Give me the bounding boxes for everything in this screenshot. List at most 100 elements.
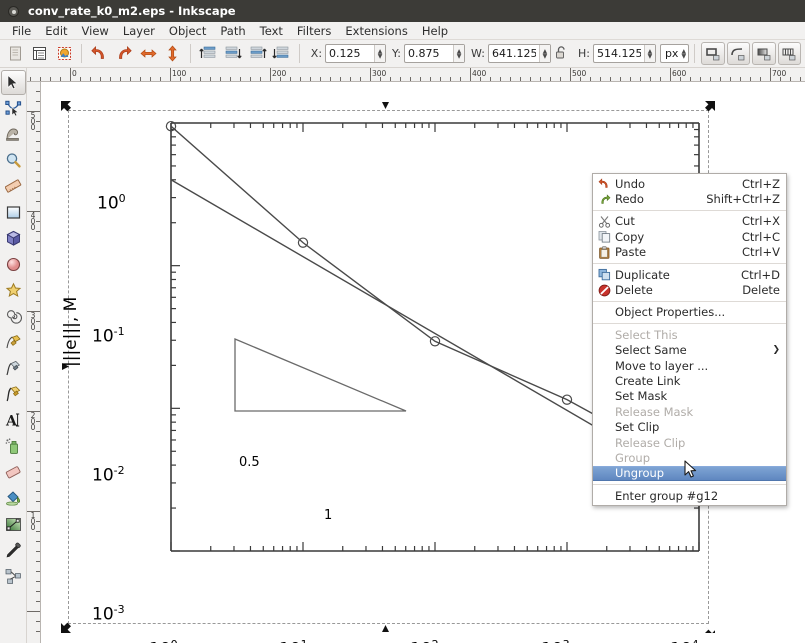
x-coordinate-field[interactable]: ▲▼: [325, 44, 386, 63]
width-stepper[interactable]: ▲▼: [539, 45, 550, 62]
measure-tool[interactable]: [1, 174, 26, 199]
ruler-tick: [610, 77, 611, 81]
connector-tool[interactable]: [1, 564, 26, 589]
flip-vertical-icon[interactable]: [162, 42, 184, 66]
menu-item-set-mask[interactable]: Set Mask: [593, 389, 786, 404]
raise-icon[interactable]: [246, 42, 268, 66]
flip-horizontal-icon[interactable]: [137, 42, 159, 66]
width-field[interactable]: ▲▼: [488, 44, 551, 63]
context-menu[interactable]: UndoCtrl+ZRedoShift+Ctrl+Z CutCtrl+XCopyC…: [592, 173, 787, 506]
menu-view[interactable]: View: [75, 23, 116, 39]
menu-help[interactable]: Help: [415, 23, 455, 39]
gradient-tool[interactable]: [1, 512, 26, 537]
pen-tool[interactable]: [1, 382, 26, 407]
menu-item-copy[interactable]: CopyCtrl+C: [593, 229, 786, 244]
horizontal-ruler[interactable]: 0100200300400500600700: [27, 68, 805, 82]
undo-icon[interactable]: [88, 42, 110, 66]
paste-icon: [597, 245, 611, 259]
node-tool[interactable]: [1, 96, 26, 121]
inkscape-window: conv_rate_k0_m2.eps - Inkscape File Edit…: [0, 0, 805, 643]
toolbar-separator: [81, 44, 82, 63]
ruler-tick: [36, 441, 40, 442]
xml-editor-icon[interactable]: [28, 42, 50, 66]
pencil-tool[interactable]: [1, 330, 26, 355]
ruler-tick: [36, 91, 40, 92]
menu-edit[interactable]: Edit: [38, 23, 74, 39]
menu-text[interactable]: Text: [253, 23, 290, 39]
selector-tool[interactable]: [1, 70, 26, 95]
ruler-tick: [530, 77, 531, 81]
spray-tool[interactable]: [1, 434, 26, 459]
duplicate-icon: [597, 268, 611, 282]
menu-path[interactable]: Path: [213, 23, 252, 39]
width-input[interactable]: [489, 45, 539, 62]
height-field[interactable]: ▲▼: [593, 44, 656, 63]
vertical-ruler[interactable]: 100200300400500: [27, 82, 41, 643]
y-coordinate-field[interactable]: ▲▼: [404, 44, 465, 63]
redo-icon: [597, 192, 611, 206]
ruler-tick: [770, 68, 771, 81]
new-document-icon[interactable]: [4, 42, 26, 66]
lower-to-bottom-icon[interactable]: [270, 42, 292, 66]
text-tool[interactable]: A: [1, 408, 26, 433]
zoom-tool[interactable]: [1, 148, 26, 173]
redo-icon[interactable]: [113, 42, 135, 66]
menu-item-duplicate[interactable]: DuplicateCtrl+D: [593, 267, 786, 282]
x-tick-label-2: 102: [410, 638, 439, 643]
document-properties-icon[interactable]: [53, 42, 75, 66]
menu-item-select-same[interactable]: Select Same❯: [593, 343, 786, 358]
y-stepper[interactable]: ▲▼: [453, 45, 464, 62]
x-input[interactable]: [326, 45, 374, 62]
menu-object[interactable]: Object: [162, 23, 213, 39]
raise-to-top-icon[interactable]: [197, 42, 219, 66]
rectangle-tool[interactable]: [1, 200, 26, 225]
paintbucket-tool[interactable]: [1, 486, 26, 511]
height-input[interactable]: [594, 45, 644, 62]
lock-open-icon[interactable]: [555, 45, 568, 63]
menu-item-label: Release Clip: [615, 436, 780, 450]
window-menu-icon[interactable]: [8, 6, 19, 17]
menu-filters[interactable]: Filters: [290, 23, 338, 39]
menu-item-set-clip[interactable]: Set Clip: [593, 419, 786, 434]
menu-item-redo[interactable]: RedoShift+Ctrl+Z: [593, 191, 786, 206]
tweak-tool[interactable]: [1, 122, 26, 147]
unit-selector[interactable]: px ▲▼: [660, 44, 689, 63]
menu-file[interactable]: File: [5, 23, 38, 39]
ruler-tick: [500, 77, 501, 81]
menu-item-undo[interactable]: UndoCtrl+Z: [593, 176, 786, 191]
menu-item-delete[interactable]: DeleteDelete: [593, 282, 786, 297]
calligraphy-tool[interactable]: [1, 356, 26, 381]
menu-item-create-link[interactable]: Create Link: [593, 373, 786, 388]
lower-icon[interactable]: [222, 42, 244, 66]
affect-rounded-corners-icon[interactable]: [727, 42, 751, 65]
ruler-tick: [750, 77, 751, 81]
affect-stroke-width-icon[interactable]: [701, 42, 725, 65]
menu-item-move-to-layer[interactable]: Move to layer ...: [593, 358, 786, 373]
star-tool[interactable]: [1, 278, 26, 303]
ruler-tick: [300, 77, 301, 81]
ruler-tick: [360, 77, 361, 81]
eraser-tool[interactable]: [1, 460, 26, 485]
spiral-tool[interactable]: [1, 304, 26, 329]
dropper-tool[interactable]: [1, 538, 26, 563]
menu-item-enter-group-g12[interactable]: Enter group #g12: [593, 488, 786, 503]
box3d-tool[interactable]: [1, 226, 26, 251]
menu-layer[interactable]: Layer: [116, 23, 162, 39]
affect-patterns-icon[interactable]: [778, 42, 802, 65]
ruler-tick: [400, 77, 401, 81]
ellipse-tool[interactable]: [1, 252, 26, 277]
x-stepper[interactable]: ▲▼: [374, 45, 385, 62]
menu-item-paste[interactable]: PasteCtrl+V: [593, 245, 786, 260]
affect-gradients-icon[interactable]: [752, 42, 776, 65]
menu-item-object-properties[interactable]: Object Properties...: [593, 305, 786, 320]
menu-item-cut[interactable]: CutCtrl+X: [593, 214, 786, 229]
ruler-tick: [570, 68, 571, 81]
height-stepper[interactable]: ▲▼: [644, 45, 655, 62]
ruler-tick: [36, 271, 40, 272]
ruler-tick: [36, 531, 40, 532]
ruler-tick: [36, 381, 40, 382]
ruler-tick: [790, 77, 791, 81]
unit-chevron-icon[interactable]: ▲▼: [681, 49, 686, 59]
y-input[interactable]: [405, 45, 453, 62]
menu-extensions[interactable]: Extensions: [338, 23, 414, 39]
